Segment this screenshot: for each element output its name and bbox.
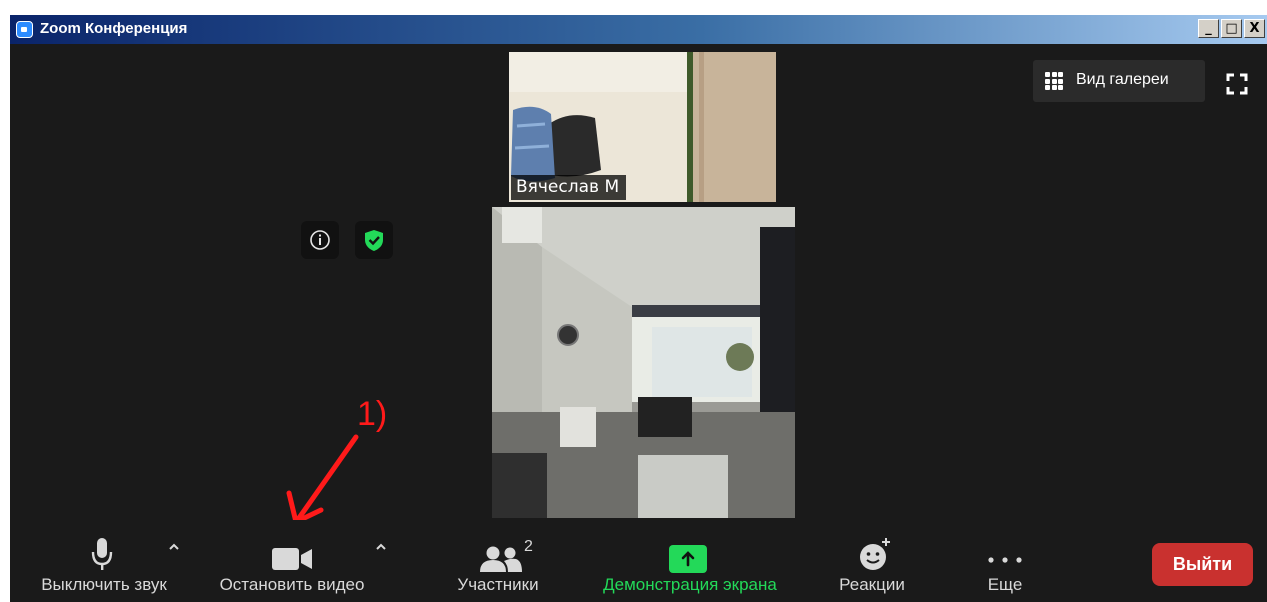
- participants-button[interactable]: 2 Участники: [440, 520, 560, 602]
- share-screen-label: Демонстрация экрана: [603, 575, 777, 594]
- window-controls: _ □ X: [1198, 19, 1265, 38]
- leave-meeting-button[interactable]: Выйти: [1152, 543, 1253, 586]
- share-screen-button[interactable]: Демонстрация экрана: [580, 520, 800, 602]
- more-button[interactable]: Еще: [960, 520, 1050, 602]
- meeting-info-button[interactable]: [301, 221, 339, 259]
- meeting-toolbar: Выключить звук Остановить видео 2 Участн…: [10, 520, 1267, 602]
- video-camera-icon: [272, 548, 312, 570]
- zoom-meeting-window: Zoom Конференция _ □ X Вид галереи Вячес…: [10, 15, 1267, 602]
- zoom-logo-icon: [16, 21, 33, 38]
- security-button[interactable]: [355, 221, 393, 259]
- info-icon: [310, 230, 330, 250]
- active-speaker-video-tile[interactable]: [492, 207, 795, 518]
- participant-video-tile[interactable]: Вячеслав М: [509, 52, 776, 202]
- mute-control[interactable]: Выключить звук: [10, 520, 190, 602]
- stop-video-label: Остановить видео: [219, 575, 365, 594]
- grid-icon: [1045, 72, 1063, 90]
- more-label: Еще: [987, 575, 1023, 594]
- reactions-label: Реакции: [839, 575, 905, 594]
- close-button[interactable]: X: [1244, 19, 1265, 38]
- more-dots-icon: [988, 557, 1022, 563]
- gallery-view-button[interactable]: Вид галереи: [1033, 60, 1205, 102]
- participants-icon: [480, 546, 522, 572]
- maximize-button[interactable]: □: [1221, 19, 1242, 38]
- chevron-up-icon[interactable]: [373, 539, 389, 555]
- participant-name-tag: Вячеслав М: [511, 175, 627, 200]
- annotation-label: 1): [357, 395, 388, 433]
- shield-check-icon: [365, 230, 383, 251]
- active-speaker-video-feed: [492, 207, 795, 518]
- stop-video-control[interactable]: Остановить видео: [205, 520, 395, 602]
- minimize-button[interactable]: _: [1198, 19, 1219, 38]
- mute-label: Выключить звук: [41, 575, 167, 594]
- window-title: Zoom Конференция: [40, 20, 188, 37]
- gallery-view-label: Вид галереи: [1076, 71, 1169, 88]
- chevron-up-icon[interactable]: [166, 539, 182, 555]
- participants-count: 2: [524, 538, 533, 555]
- share-screen-icon: [669, 545, 707, 573]
- fullscreen-icon[interactable]: [1226, 73, 1248, 95]
- title-bar[interactable]: Zoom Конференция _ □ X: [10, 15, 1267, 44]
- emoji-reaction-icon: [860, 538, 890, 570]
- reactions-button[interactable]: Реакции: [822, 520, 922, 602]
- microphone-icon: [91, 538, 113, 570]
- participants-label: Участники: [457, 575, 539, 594]
